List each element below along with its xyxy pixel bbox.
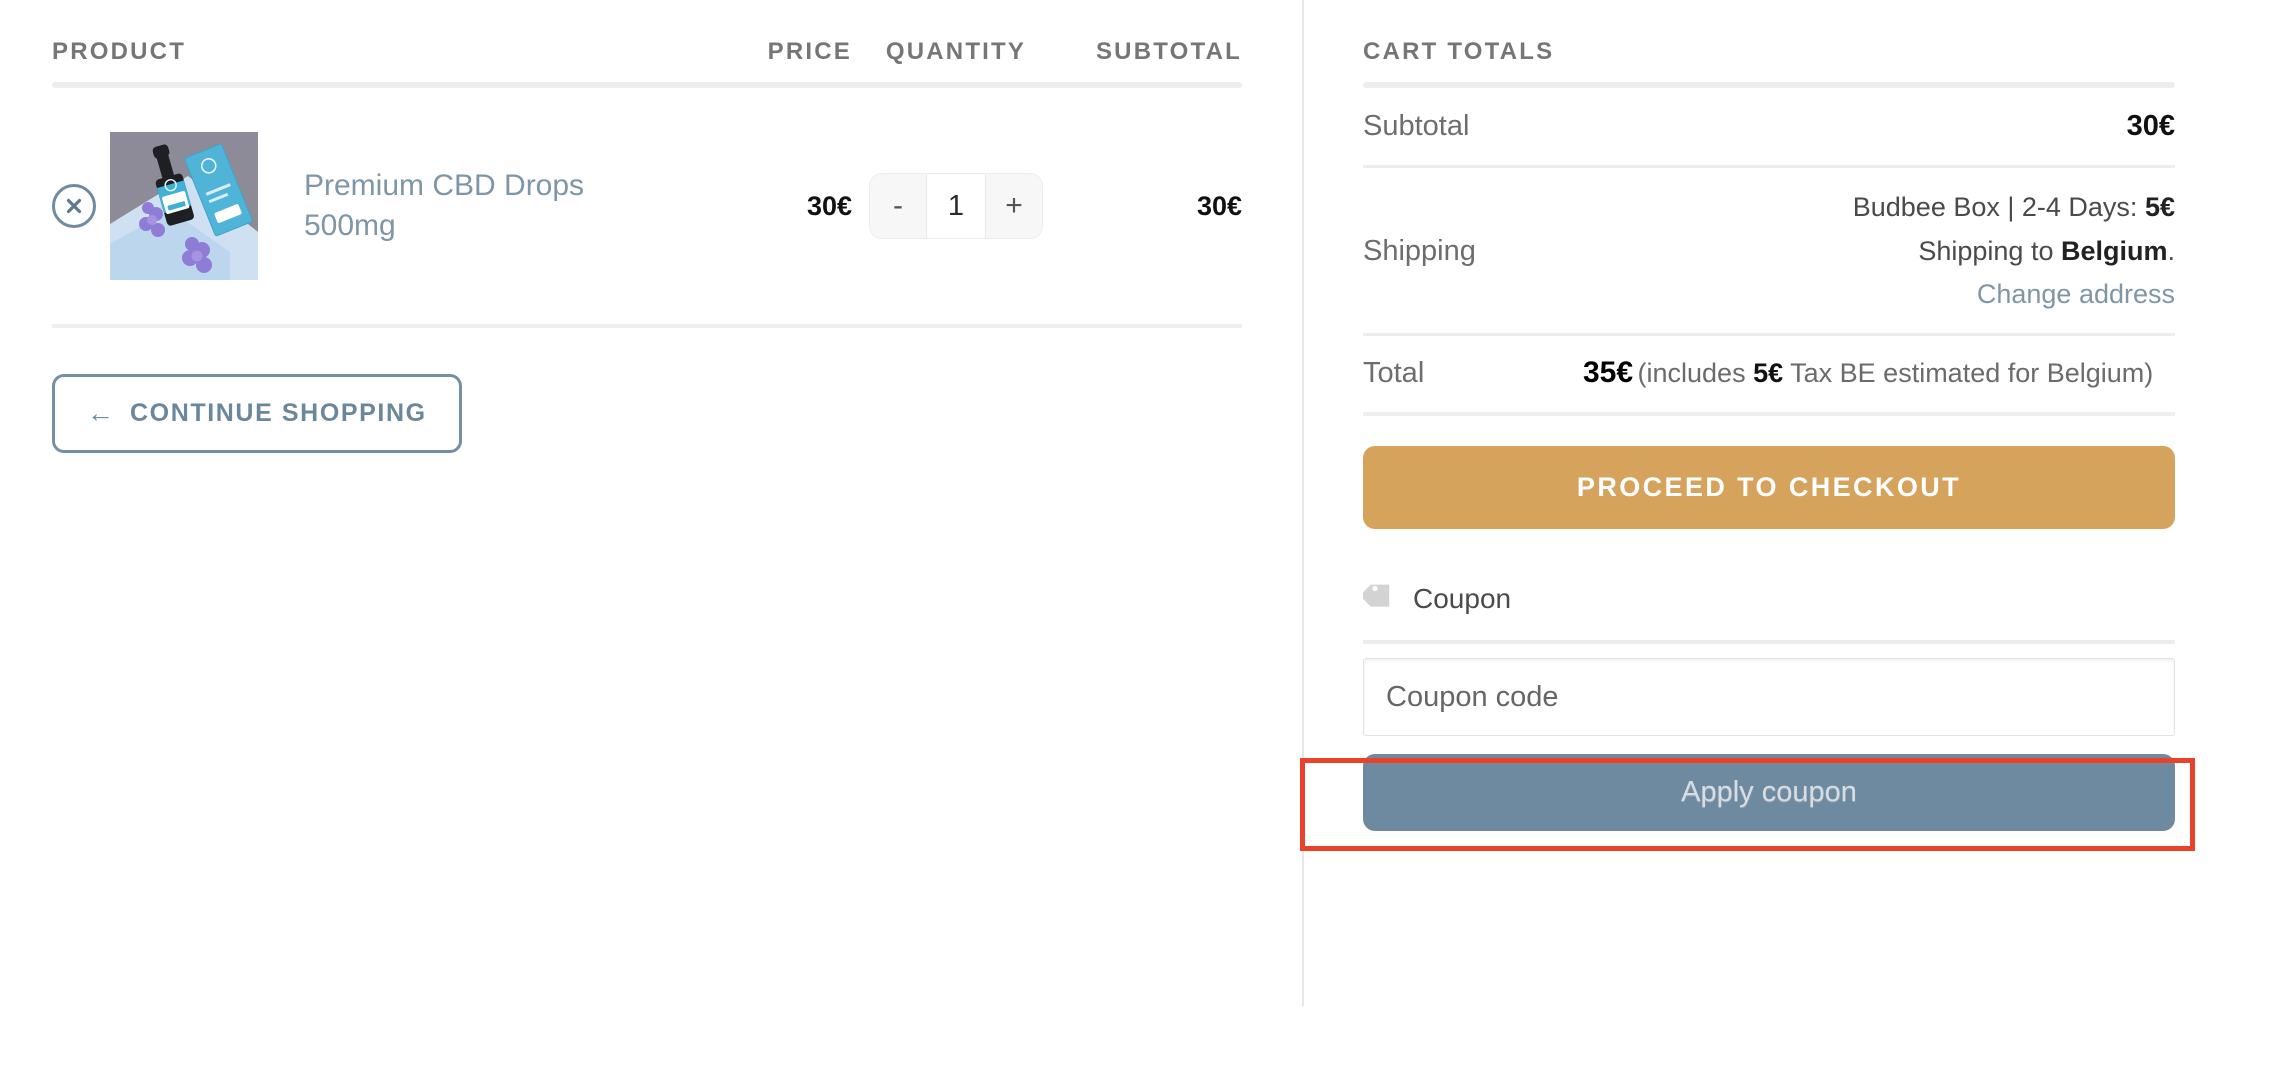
coupon-divider xyxy=(1363,640,2175,645)
subtotal-amount: 30€ xyxy=(2126,110,2175,142)
shipping-details: Budbee Box | 2-4 Days: 5€ Shipping to Be… xyxy=(1583,186,2175,317)
total-label: Total xyxy=(1363,356,1425,389)
total-note-prefix: (includes xyxy=(1637,358,1754,389)
shipping-method-price: 5€ xyxy=(2144,192,2175,222)
column-divider xyxy=(1302,0,1304,1006)
total-amount: 35€ xyxy=(1583,356,1634,390)
change-address-line: Change address xyxy=(1583,273,2175,317)
subtotal-label: Subtotal xyxy=(1363,110,1470,142)
shipping-method-line: Budbee Box | 2-4 Days: 5€ xyxy=(1583,186,2175,230)
quantity-stepper[interactable]: - 1 + xyxy=(870,174,1042,238)
subtotal-value: 30€ xyxy=(1583,110,2175,143)
cart-table-header-row: PRODUCT PRICE QUANTITY SUBTOTAL xyxy=(52,0,1242,82)
apply-coupon-button[interactable]: Apply coupon xyxy=(1363,754,2175,832)
product-name-cell: Premium CBD Drops 500mg xyxy=(280,166,682,246)
coupon-toggle[interactable]: Coupon xyxy=(1361,579,2175,618)
shipping-row: Shipping Budbee Box | 2-4 Days: 5€ Shipp… xyxy=(1363,165,2175,333)
column-header-subtotal: SUBTOTAL xyxy=(1095,38,1242,65)
product-thumbnail-cell xyxy=(110,132,280,280)
total-value: 35€ (includes 5€ Tax BE estimated for Be… xyxy=(1583,356,2175,390)
total-note-suffix: Tax BE estimated for Belgium) xyxy=(1783,358,2154,389)
total-row: Total 35€ (includes 5€ Tax BE estimated … xyxy=(1363,333,2175,412)
quantity-increment-button[interactable]: + xyxy=(986,174,1042,238)
continue-shopping-button[interactable]: ← CONTINUE SHOPPING xyxy=(52,374,462,453)
cart-page: PRODUCT PRICE QUANTITY SUBTOTAL Premium … xyxy=(0,0,2282,1092)
total-note: (includes 5€ Tax BE estimated for Belgiu… xyxy=(1638,358,2154,388)
subtotal-row: Subtotal 30€ xyxy=(1363,88,2175,165)
cart-table-column: PRODUCT PRICE QUANTITY SUBTOTAL Premium … xyxy=(52,0,1242,453)
remove-cell xyxy=(52,184,110,228)
product-name-link[interactable]: Premium CBD Drops 500mg xyxy=(304,166,634,246)
cart-totals-panel: CART TOTALS Subtotal 30€ Shipping Budbee… xyxy=(1300,0,2195,851)
table-row: Premium CBD Drops 500mg 30€ - 1 + 30€ xyxy=(52,88,1242,324)
change-address-link[interactable]: Change address xyxy=(1977,273,2175,317)
product-price: 30€ xyxy=(806,190,852,221)
quantity-input[interactable]: 1 xyxy=(926,174,986,238)
total-tax-amount: 5€ xyxy=(1753,358,1784,389)
proceed-to-checkout-button[interactable]: PROCEED TO CHECKOUT xyxy=(1363,446,2175,530)
tag-icon xyxy=(1361,579,1397,618)
continue-shopping-label: CONTINUE SHOPPING xyxy=(130,399,427,427)
product-subtotal: 30€ xyxy=(1196,190,1242,221)
shipping-destination-suffix: . xyxy=(2167,235,2175,266)
totals-bottom-divider xyxy=(1363,412,2175,417)
product-image[interactable] xyxy=(110,132,258,280)
column-header-product: PRODUCT xyxy=(52,38,187,65)
coupon-toggle-label: Coupon xyxy=(1413,582,1512,614)
shipping-destination-line: Shipping to Belgium. xyxy=(1583,230,2175,274)
shipping-method-name: Budbee Box | 2-4 Days: xyxy=(1852,192,2138,222)
shipping-destination-country: Belgium xyxy=(2060,235,2168,266)
shipping-destination-prefix: Shipping to xyxy=(1918,235,2061,266)
coupon-code-input[interactable] xyxy=(1363,658,2175,737)
column-header-quantity: QUANTITY xyxy=(885,38,1027,65)
continue-shopping-wrap: ← CONTINUE SHOPPING xyxy=(52,328,1242,453)
close-circle-icon[interactable] xyxy=(52,184,96,228)
arrow-left-icon: ← xyxy=(87,398,114,428)
shipping-label: Shipping xyxy=(1363,235,1476,268)
quantity-cell: - 1 + xyxy=(852,174,1042,238)
quantity-decrement-button[interactable]: - xyxy=(870,174,926,238)
column-header-price: PRICE xyxy=(767,38,852,65)
cart-totals-title: CART TOTALS xyxy=(1363,38,1555,65)
